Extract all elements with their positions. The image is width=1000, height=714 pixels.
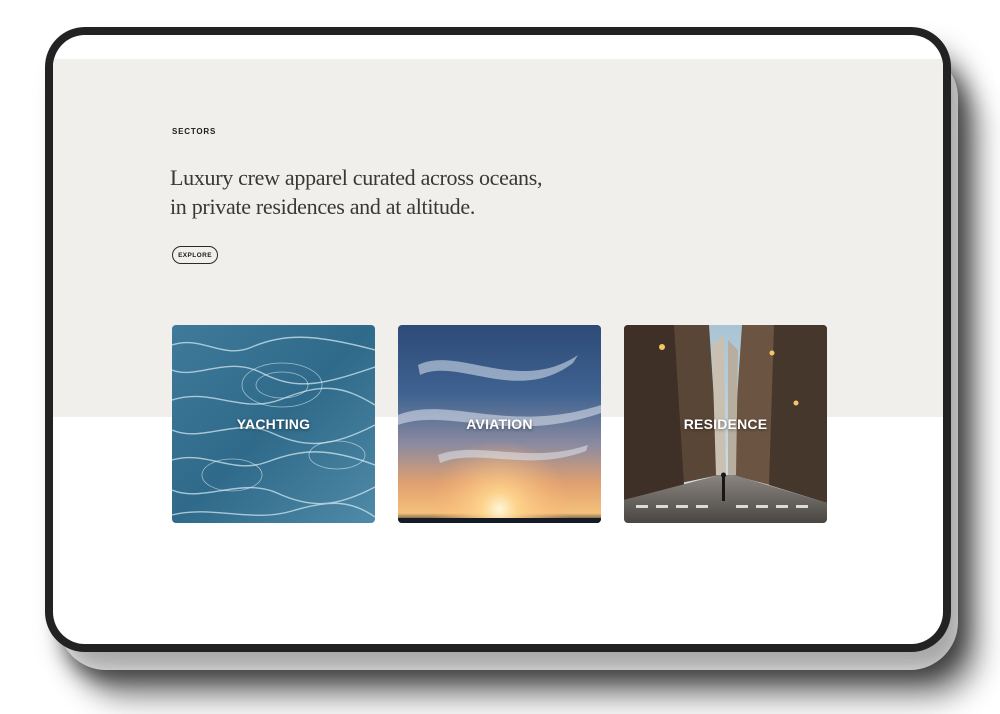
residence-card-label: RESIDENCE — [683, 416, 768, 432]
explore-button[interactable]: EXPLORE — [172, 246, 218, 264]
section-eyebrow: SECTORS — [172, 127, 217, 136]
residence-card[interactable]: RESIDENCE — [624, 325, 827, 523]
tablet-frame: SECTORS Luxury crew apparel curated acro… — [45, 27, 951, 652]
headline-line-1: Luxury crew apparel curated across ocean… — [170, 165, 543, 190]
yachting-card[interactable]: YACHTING — [172, 325, 375, 523]
headline-line-2: in private residences and at altitude. — [170, 194, 476, 219]
tablet-screen: SECTORS Luxury crew apparel curated acro… — [53, 35, 943, 644]
aviation-card-label: AVIATION — [466, 416, 533, 432]
yachting-card-label: YACHTING — [236, 416, 311, 432]
section-headline: Luxury crew apparel curated across ocean… — [170, 163, 590, 221]
aviation-card[interactable]: AVIATION — [398, 325, 601, 523]
